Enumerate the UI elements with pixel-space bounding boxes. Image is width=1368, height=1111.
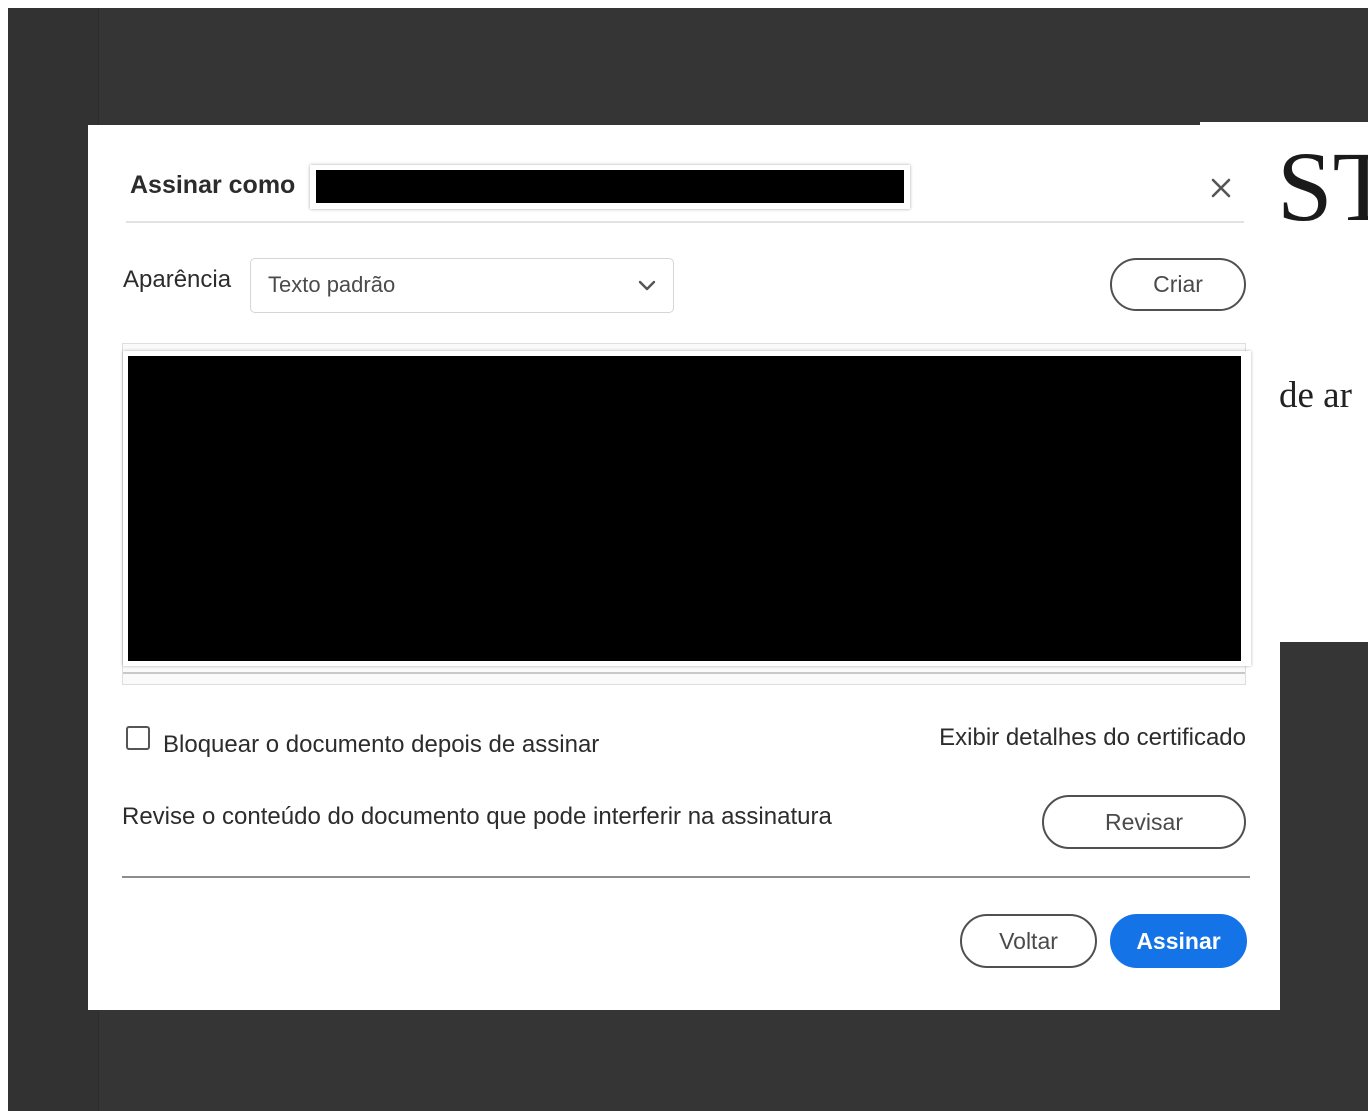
lock-document-checkbox[interactable]: [126, 726, 150, 750]
sign-button[interactable]: Assinar: [1110, 914, 1247, 968]
redacted-signature-preview: [123, 351, 1251, 666]
close-icon: [1211, 178, 1231, 198]
signature-preview: [122, 343, 1251, 685]
document-heading: ST: [1277, 131, 1368, 242]
footer-divider: [122, 876, 1250, 878]
review-button[interactable]: Revisar: [1042, 795, 1246, 849]
dialog-title: Assinar como: [130, 171, 296, 199]
view-certificate-details-link[interactable]: Exibir detalhes do certificado: [939, 724, 1246, 752]
dialog-header: Assinar como: [126, 161, 1244, 223]
appearance-selected-value: Texto padrão: [268, 272, 396, 297]
appearance-label: Aparência: [123, 266, 232, 293]
appearance-dropdown[interactable]: Texto padrão: [250, 258, 674, 313]
close-button[interactable]: [1204, 171, 1238, 205]
back-button[interactable]: Voltar: [960, 914, 1097, 968]
chevron-down-icon: [638, 280, 656, 291]
document-body-text: de ar: [1279, 375, 1352, 416]
sign-dialog: Assinar como Aparência Texto padrão Cria…: [88, 125, 1280, 1010]
create-appearance-button[interactable]: Criar: [1110, 258, 1246, 311]
signature-preview-baseline: [123, 672, 1245, 674]
lock-document-label: Bloquear o documento depois de assinar: [163, 731, 600, 758]
left-navigation-pane: [8, 8, 99, 1111]
review-description: Revise o conteúdo do documento que pode …: [122, 803, 832, 830]
redacted-signer-name: [310, 165, 910, 209]
